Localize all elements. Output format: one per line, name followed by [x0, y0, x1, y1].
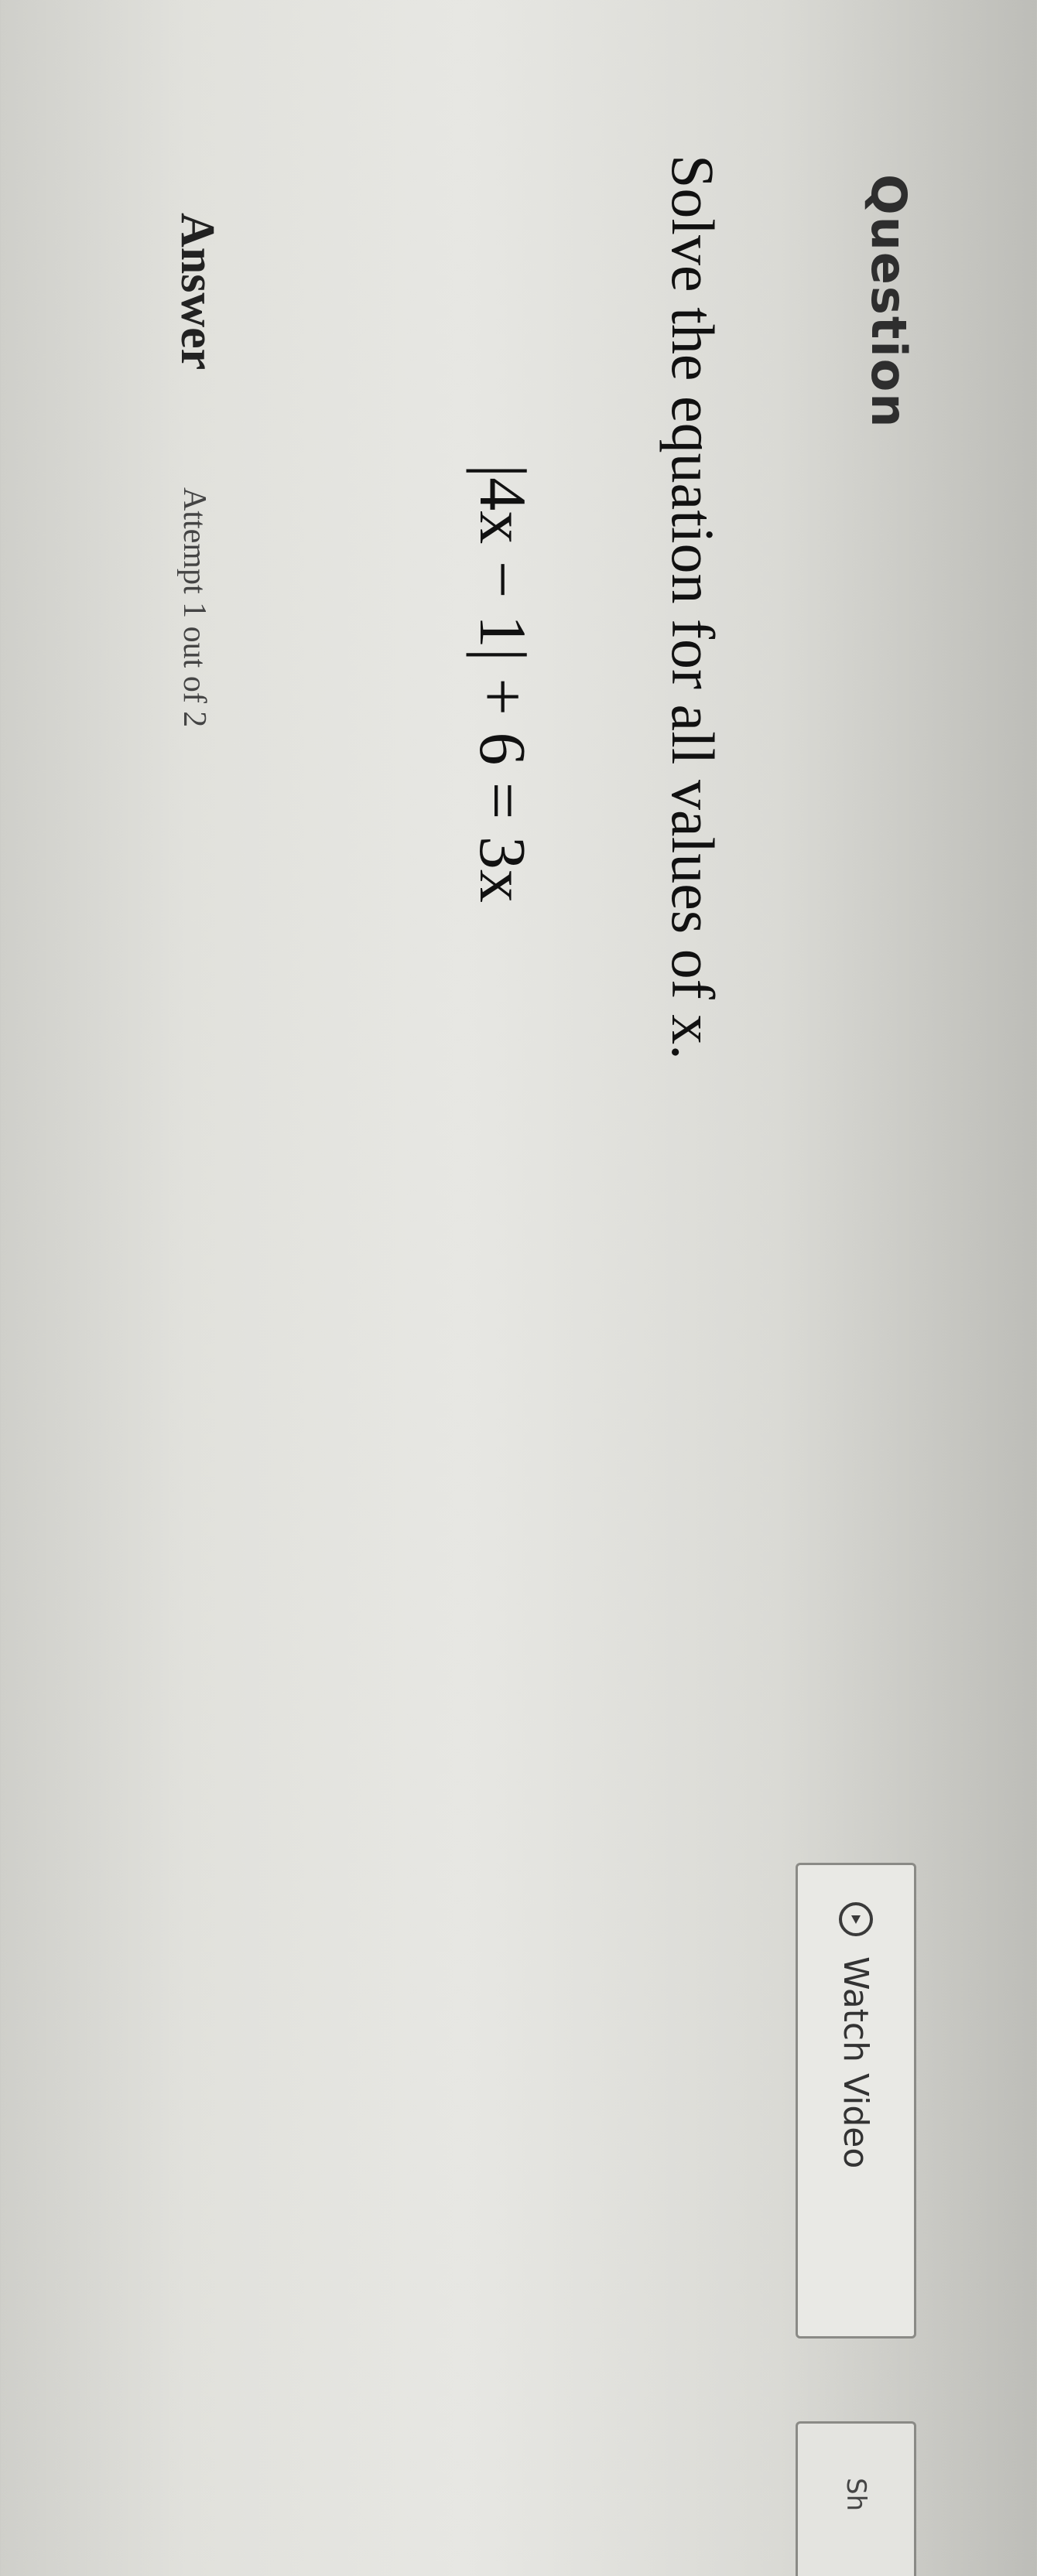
play-circle-icon — [839, 1902, 873, 1936]
watch-video-button[interactable]: Watch Video — [796, 1863, 916, 2339]
equation: |4x − 1| + 6 = 3x — [466, 464, 540, 903]
question-prompt: Solve the equation for all values of x. — [659, 155, 727, 1060]
watch-video-label: Watch Video — [836, 1956, 876, 2169]
show-button-label: Sh — [840, 2478, 871, 2512]
question-page: Question Watch Video Sh Solve the equati… — [0, 0, 1037, 2576]
answer-label: Answer — [171, 213, 224, 371]
question-heading: Question — [861, 174, 917, 429]
show-button[interactable]: Sh — [796, 2421, 916, 2576]
attempt-counter: Attempt 1 out of 2 — [176, 487, 212, 728]
